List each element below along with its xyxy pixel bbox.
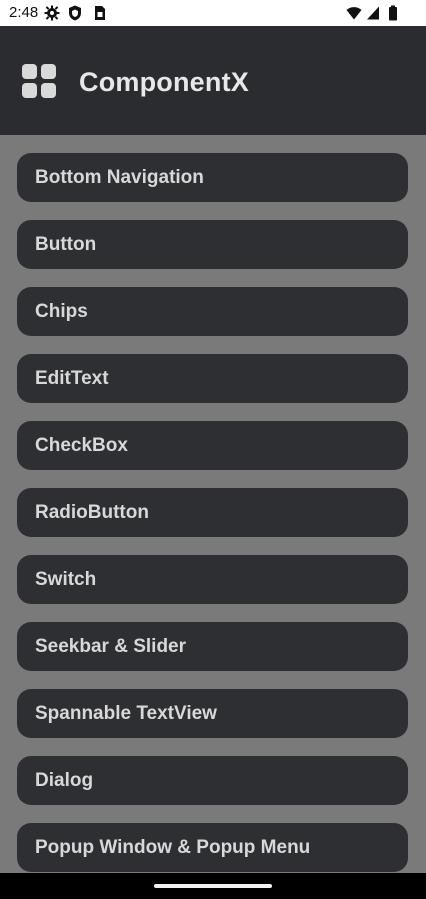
signal-icon [367, 6, 379, 20]
home-gesture-handle[interactable] [154, 884, 272, 888]
list-item-popup-window-menu[interactable]: Popup Window & Popup Menu [17, 823, 408, 872]
list-item-label: Dialog [35, 770, 94, 791]
gear-icon [44, 5, 60, 21]
list-item-checkbox[interactable]: CheckBox [17, 421, 408, 470]
list-item-spannable-textview[interactable]: Spannable TextView [17, 689, 408, 738]
list-item-bottom-navigation[interactable]: Bottom Navigation [17, 153, 408, 202]
list-item-button[interactable]: Button [17, 220, 408, 269]
list-item-label: Bottom Navigation [35, 167, 204, 188]
sim-card-icon [95, 6, 105, 20]
list-item-edittext[interactable]: EditText [17, 354, 408, 403]
list-item-label: CheckBox [35, 435, 128, 456]
list-item-label: Spannable TextView [35, 703, 217, 724]
list-item-label: RadioButton [35, 502, 149, 523]
list-item-label: Popup Window & Popup Menu [35, 837, 311, 858]
list-item-label: Button [35, 234, 97, 255]
list-item-dialog[interactable]: Dialog [17, 756, 408, 805]
list-item-label: Switch [35, 569, 97, 590]
app-bar: ComponentX [0, 26, 426, 135]
battery-icon [389, 5, 397, 21]
list-item-label: EditText [35, 368, 109, 389]
status-icons-right [346, 5, 400, 21]
list-item-label: Seekbar & Slider [35, 636, 187, 657]
component-list[interactable]: Bottom Navigation Button Chips EditText … [0, 135, 426, 873]
list-item-label: Chips [35, 301, 88, 322]
list-item-radiobutton[interactable]: RadioButton [17, 488, 408, 537]
gesture-nav-bar [0, 873, 426, 899]
app-title: ComponentX [79, 67, 249, 97]
status-time: 2:48 [9, 4, 39, 21]
list-item-switch[interactable]: Switch [17, 555, 408, 604]
list-item-seekbar-slider[interactable]: Seekbar & Slider [17, 622, 408, 671]
status-bar: 2:48 [0, 0, 426, 26]
list-item-chips[interactable]: Chips [17, 287, 408, 336]
shield-icon [69, 5, 81, 21]
grid-apps-icon [22, 64, 56, 98]
wifi-icon [346, 7, 362, 20]
